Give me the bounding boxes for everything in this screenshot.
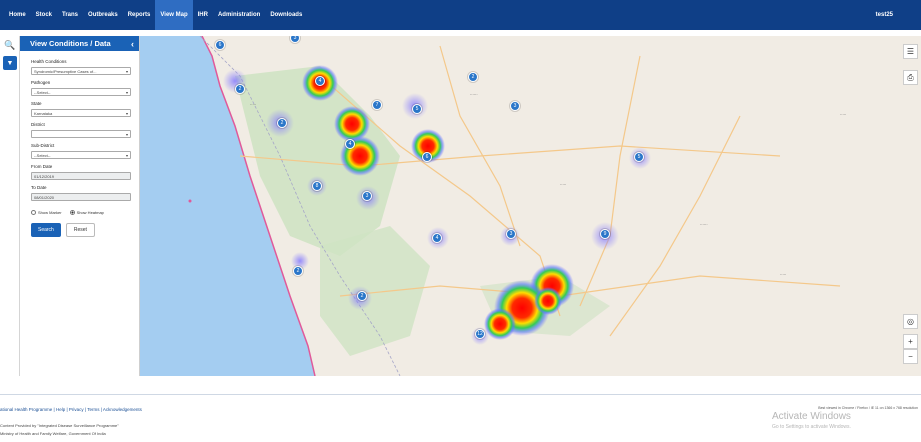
show-marker-radio[interactable]: Show Marker [31,210,62,215]
state-select[interactable]: Karnataka ▾ [31,109,131,117]
radio-on-icon [69,210,75,215]
health-conditions-label: Health Conditions [31,59,67,64]
footer-content-credit: Content Provided by "Integrated Disease … [0,423,119,428]
chevron-down-icon: ▾ [125,89,128,95]
top-nav: Home Stock Trans Outbreaks Reports View … [0,0,921,30]
to-date-label: To Date [31,185,47,190]
panel-title: View Conditions / Data [30,39,111,48]
zoom-out-button[interactable]: − [903,349,918,364]
svg-text:·····: ····· [780,272,786,277]
search-button[interactable]: Search [31,223,61,237]
map-marker[interactable]: 3 [510,101,520,111]
chevron-down-icon: ▾ [125,110,128,116]
map-marker[interactable]: 2 [293,266,303,276]
svg-text:······: ······ [470,92,478,97]
map-base: ················ ················ [140,36,846,376]
map-marker[interactable]: 9 [600,229,610,239]
to-date-input[interactable]: 08/01/2020 [31,193,131,201]
map-marker[interactable]: 4 [315,76,325,86]
map-marker[interactable]: 12 [475,329,485,339]
search-icon[interactable]: 🔍 [3,38,17,52]
show-heatmap-radio[interactable]: Show Heatmap [69,210,104,215]
nav-reports[interactable]: Reports [123,0,156,30]
locate-icon[interactable]: ◎ [903,314,918,329]
footer-links[interactable]: ational Health Programme | Help | Privac… [0,407,142,412]
health-conditions-select[interactable]: Syndromic/Presumptive Cases of... ▾ [31,67,131,75]
panel-header: View Conditions / Data ‹ [20,36,139,51]
map-marker[interactable]: 7 [372,100,382,110]
nav-downloads[interactable]: Downloads [265,0,307,30]
district-label: District [31,122,45,127]
map-marker[interactable]: 6 [215,40,225,50]
map-marker[interactable]: 4 [345,139,355,149]
filter-panel: View Conditions / Data ‹ Health Conditio… [20,36,140,376]
map-marker[interactable]: 2 [235,84,245,94]
map-marker[interactable]: 4 [432,233,442,243]
pathogen-select[interactable]: --Select-- ▾ [31,88,131,96]
nav-stock[interactable]: Stock [31,0,57,30]
svg-text:······: ······ [700,222,708,227]
sub-district-label: Sub-District [31,143,55,148]
svg-text:·····: ····· [840,112,846,117]
map-marker[interactable]: 6 [422,152,432,162]
footer-ministry: Ministry of Health and Family Welfare, G… [0,431,106,436]
from-date-input[interactable]: 01/12/2019 [31,172,131,180]
zoom-in-button[interactable]: + [903,334,918,349]
map-marker[interactable]: 5 [412,104,422,114]
svg-text:·····: ····· [250,102,256,107]
nav-trans[interactable]: Trans [57,0,83,30]
pathogen-label: Pathogen [31,80,51,85]
radio-off-icon [31,210,36,215]
map-marker[interactable]: 5 [634,152,644,162]
map-canvas[interactable]: ····· ······ ····· ······ ····· ····· 6 3 2 … [140,36,921,376]
reset-button[interactable]: Reset [65,223,95,237]
nav-ihr[interactable]: IHR [193,0,213,30]
map-marker[interactable]: 2 [277,118,287,128]
map-marker[interactable]: 2 [468,72,478,82]
chevron-down-icon: ▾ [125,68,128,74]
nav-outbreaks[interactable]: Outbreaks [83,0,123,30]
left-rail: 🔍 ▼ [0,36,20,376]
nav-home[interactable]: Home [4,0,31,30]
print-icon[interactable]: ⎙ [903,70,918,85]
map-marker[interactable]: 3 [362,191,372,201]
nav-view-map[interactable]: View Map [155,0,193,30]
sub-district-select[interactable]: --Select-- ▾ [31,151,131,159]
district-select[interactable]: ▾ [31,130,131,138]
from-date-label: From Date [31,164,53,169]
map-marker[interactable]: 3 [506,229,516,239]
svg-text:·····: ····· [560,182,566,187]
user-menu[interactable]: test25 [876,0,893,30]
state-label: State [31,101,42,106]
layers-icon[interactable]: ☰ [903,44,918,59]
collapse-chevron-icon[interactable]: ‹ [131,39,134,49]
chevron-down-icon: ▾ [125,131,128,137]
footer-browser-note: Best viewed in Chrome / Firefox / IE 11 … [818,406,918,410]
map-marker[interactable]: 8 [312,181,322,191]
nav-administration[interactable]: Administration [213,0,265,30]
activate-windows-watermark: Activate Windows Go to Settings to activ… [772,411,851,430]
footer: ational Health Programme | Help | Privac… [0,394,921,442]
map-marker[interactable]: 2 [357,291,367,301]
filter-icon[interactable]: ▼ [3,56,17,70]
chevron-down-icon: ▾ [125,152,128,158]
